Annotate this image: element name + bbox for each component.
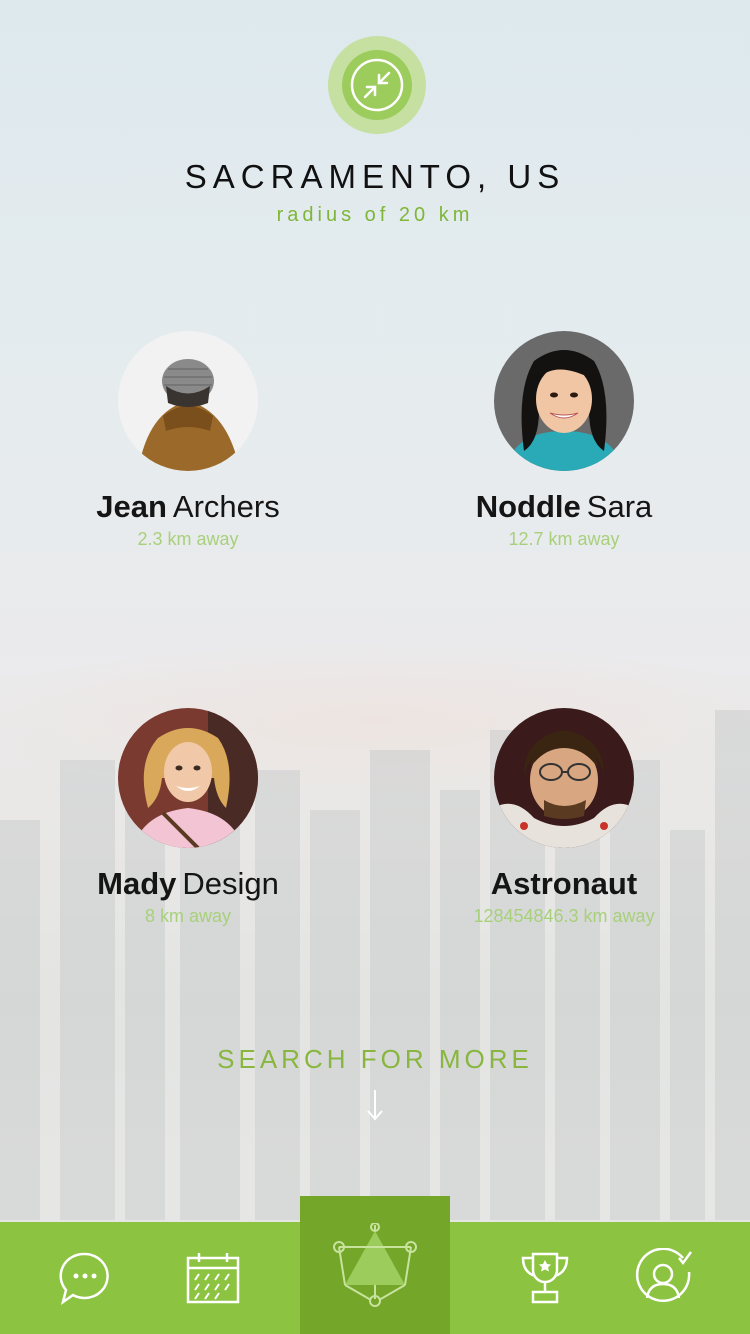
user-check-icon [635, 1248, 693, 1303]
person-name: Jean Archers [96, 489, 280, 524]
person-card[interactable]: Astronaut 128454846.3 km away [414, 708, 714, 927]
network-triangle-icon [333, 1223, 417, 1307]
person-card[interactable]: Jean Archers 2.3 km away [38, 331, 338, 550]
search-radius: radius of 20 km [276, 204, 474, 226]
person-distance: 8 km away [144, 906, 232, 926]
location-title: SACRAMENTO, US [184, 158, 566, 195]
avatar[interactable] [118, 708, 258, 848]
avatar[interactable] [494, 708, 634, 848]
chat-bubble-icon [59, 1252, 109, 1305]
trophy-icon [521, 1252, 569, 1304]
tab-nearby[interactable] [300, 1196, 450, 1334]
person-card[interactable]: Noddle Sara 12.7 km away [414, 331, 714, 550]
person-card[interactable]: Mady Design 8 km away [38, 708, 338, 927]
person-distance: 2.3 km away [137, 529, 239, 549]
background-cityscape [0, 0, 750, 1334]
person-name: Astronaut [490, 866, 638, 901]
app-logo[interactable] [328, 36, 426, 134]
tab-profile[interactable] [590, 1222, 740, 1334]
person-distance: 12.7 km away [508, 529, 620, 549]
person-name: Noddle Sara [475, 489, 653, 524]
avatar[interactable] [118, 331, 258, 471]
person-distance: 128454846.3 km away [473, 906, 655, 926]
tab-calendar[interactable] [138, 1222, 288, 1334]
compress-arrows-icon [350, 58, 404, 112]
search-more-button[interactable]: SEARCH FOR MORE [0, 1044, 750, 1075]
arrow-down-icon[interactable] [364, 1088, 386, 1122]
person-name: Mady Design [97, 866, 279, 901]
calendar-icon [186, 1253, 240, 1304]
avatar[interactable] [494, 331, 634, 471]
